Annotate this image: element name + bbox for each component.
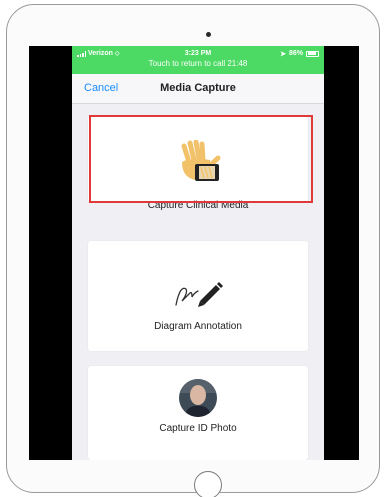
avatar <box>179 379 217 417</box>
card-label: Diagram Annotation <box>154 321 242 332</box>
page-title: Media Capture <box>160 82 236 94</box>
hand-phone-icon <box>181 140 221 181</box>
app-view: Verizon ◇ 3:23 PM ➤ 86% Touch to return … <box>72 46 324 460</box>
location-icon: ➤ <box>280 50 286 58</box>
call-banner[interactable]: Touch to return to call 21:48 <box>72 59 324 68</box>
camera-dot <box>206 32 211 37</box>
diagram-annotation-card[interactable]: Diagram Annotation <box>88 241 308 351</box>
card-label: Capture Clinical Media <box>147 200 249 211</box>
signature-pen-icon <box>175 282 223 307</box>
status-bar[interactable]: Verizon ◇ 3:23 PM ➤ 86% Touch to return … <box>72 46 324 74</box>
home-button[interactable] <box>194 471 222 497</box>
capture-id-photo-card[interactable]: Capture ID Photo <box>88 366 308 460</box>
card-label: Capture ID Photo <box>159 423 237 434</box>
status-right: ➤ 86% <box>280 50 319 58</box>
capture-clinical-media-card[interactable]: Capture Clinical Media <box>88 116 308 211</box>
battery-percent: 86% <box>288 50 303 57</box>
battery-icon <box>306 50 319 57</box>
nav-bar: Cancel Media Capture <box>72 74 324 104</box>
screen: Verizon ◇ 3:23 PM ➤ 86% Touch to return … <box>29 46 359 460</box>
